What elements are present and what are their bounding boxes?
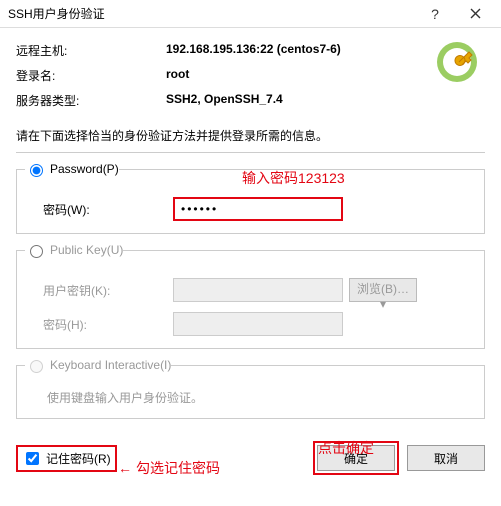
keyboard-radio-label: Keyboard Interactive(I) xyxy=(50,358,171,372)
publickey-radio-label: Public Key(U) xyxy=(50,243,123,257)
userkey-label: 用户密钥(K): xyxy=(43,282,173,299)
remote-host-value: 192.168.195.136:22 (centos7-6) xyxy=(166,42,341,59)
annotation-password: 输入密码123123 xyxy=(242,168,345,188)
keyboard-group: Keyboard Interactive(I) 使用键盘输入用户身份验证。 xyxy=(16,357,485,419)
pk-password-label: 密码(H): xyxy=(43,316,173,333)
password-radio-label: Password(P) xyxy=(50,162,119,176)
close-icon xyxy=(470,8,481,19)
login-label: 登录名: xyxy=(16,67,166,84)
chevron-down-icon: ▾ xyxy=(380,297,386,311)
remember-password-checkbox[interactable] xyxy=(26,452,39,465)
remote-host-label: 远程主机: xyxy=(16,42,166,59)
login-row: 登录名: root xyxy=(16,63,485,88)
password-field-label: 密码(W): xyxy=(43,201,173,218)
window-title: SSH用户身份验证 xyxy=(8,5,415,22)
password-input[interactable] xyxy=(173,197,343,221)
close-button[interactable] xyxy=(455,2,495,26)
titlebar: SSH用户身份验证 ? xyxy=(0,0,501,28)
annotation-ok: 点击确定 xyxy=(318,438,374,458)
key-icon xyxy=(435,40,479,84)
cancel-button[interactable]: 取消 xyxy=(407,445,485,471)
keyboard-hint: 使用键盘输入用户身份验证。 xyxy=(29,389,472,406)
dialog-footer: 记住密码(R) 确定 取消 xyxy=(0,435,501,485)
browse-button: 浏览(B)… ▾ xyxy=(349,278,417,302)
login-value: root xyxy=(166,67,189,84)
server-type-row: 服务器类型: SSH2, OpenSSH_7.4 xyxy=(16,88,485,113)
keyboard-radio xyxy=(30,360,43,373)
help-button[interactable]: ? xyxy=(415,2,455,26)
remember-password-label: 记住密码(R) xyxy=(46,450,111,467)
userkey-input xyxy=(173,278,343,302)
pk-password-input xyxy=(173,312,343,336)
server-type-value: SSH2, OpenSSH_7.4 xyxy=(166,92,283,109)
remote-host-row: 远程主机: 192.168.195.136:22 (centos7-6) xyxy=(16,38,485,63)
publickey-radio[interactable] xyxy=(30,245,43,258)
annotation-remember: 勾选记住密码 xyxy=(118,458,220,478)
publickey-group: Public Key(U) 用户密钥(K): 浏览(B)… ▾ 密码(H): xyxy=(16,242,485,349)
server-type-label: 服务器类型: xyxy=(16,92,166,109)
instruction-text: 请在下面选择恰当的身份验证方法并提供登录所需的信息。 xyxy=(16,127,485,153)
password-radio[interactable] xyxy=(30,164,43,177)
